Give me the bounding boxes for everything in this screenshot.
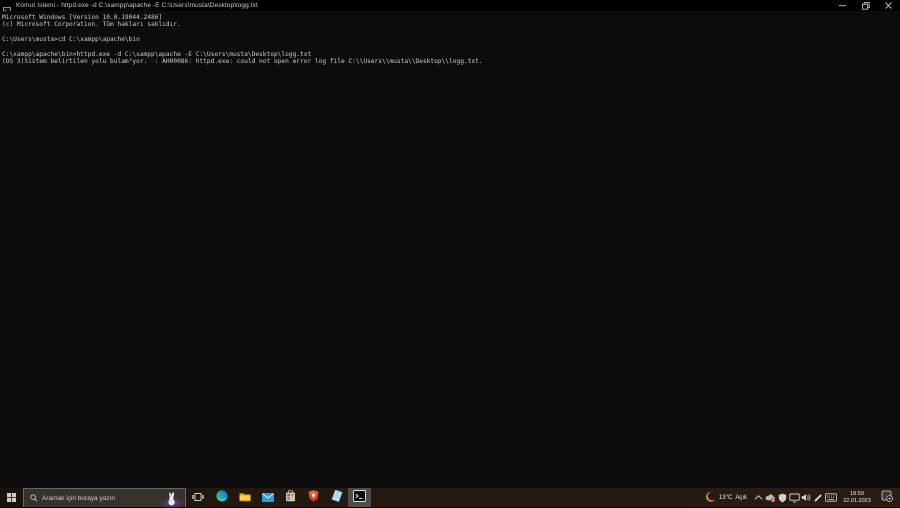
minimize-icon[interactable]	[831, 0, 854, 11]
volume-icon[interactable]	[800, 488, 812, 507]
task-view-button[interactable]	[186, 488, 210, 507]
display-icon[interactable]	[788, 488, 800, 507]
taskbar-app-brave[interactable]	[302, 488, 325, 507]
start-button[interactable]	[0, 488, 23, 507]
action-center-button[interactable]	[876, 488, 898, 507]
taskbar: 13°C Açık	[0, 488, 900, 508]
terminal-line: Microsoft Windows [Version 10.0.19044.24…	[2, 14, 163, 21]
search-input[interactable]	[42, 494, 159, 502]
terminal-line: (OS 3)Sistem belirtilen yolu bulam³yor. …	[2, 58, 483, 66]
taskbar-app-file-explorer[interactable]	[233, 488, 256, 507]
moon-icon	[705, 489, 716, 507]
title-bar: Komut İstemi - httpd.exe -d C:\xampp\apa…	[0, 0, 900, 15]
taskbar-app-mail[interactable]	[256, 488, 279, 507]
search-highlight-rabbit-icon[interactable]	[159, 489, 185, 508]
terminal-line: C:\xampp\apache\bin>httpd.exe -d C:\xamp…	[2, 51, 312, 58]
system-tray: 13°C Açık 18:59 22.01.2023	[701, 488, 900, 507]
taskbar-app-edge[interactable]	[210, 488, 233, 507]
terminal-line: C:\Users\musta>cd C:\xampp\apache\bin	[2, 36, 140, 44]
task-view-icon	[192, 489, 204, 507]
mail-envelope-icon	[261, 489, 274, 507]
taskbar-clock[interactable]: 18:59 22.01.2023	[838, 488, 876, 507]
hidden-icons-chevron-icon[interactable]	[752, 488, 764, 507]
action-center-icon	[881, 489, 893, 507]
folder-icon	[239, 489, 251, 507]
brave-shield-icon	[308, 489, 319, 507]
pen-icon[interactable]	[812, 488, 824, 507]
windows-logo-icon	[7, 489, 16, 507]
search-icon	[30, 489, 38, 507]
security-shield-icon[interactable]	[776, 488, 788, 507]
terminal-output-area[interactable]: Microsoft Windows [Version 10.0.19044.24…	[0, 11, 900, 488]
clock-date: 22.01.2023	[843, 497, 871, 504]
microsoft-store-icon	[285, 489, 296, 507]
terminal-line: (c) Microsoft Corporation. Tüm hakları s…	[2, 21, 181, 29]
notepad-icon	[331, 488, 343, 507]
cmd-icon	[353, 489, 366, 507]
close-icon[interactable]	[877, 0, 900, 11]
taskbar-app-notepad[interactable]	[325, 488, 348, 507]
window-title: Komut İstemi - httpd.exe -d C:\xampp\apa…	[16, 2, 258, 9]
taskbar-app-microsoft-store[interactable]	[279, 488, 302, 507]
weather-temperature: 13°C	[718, 494, 733, 501]
window-controls	[831, 0, 900, 11]
cmd-window-icon	[3, 2, 11, 15]
taskbar-app-command-prompt[interactable]	[348, 488, 371, 507]
weather-widget[interactable]: 13°C Açık	[701, 488, 752, 507]
weather-condition: Açık	[735, 494, 747, 501]
touch-keyboard-icon[interactable]	[824, 488, 838, 507]
edge-icon	[215, 489, 228, 507]
onedrive-icon[interactable]	[764, 488, 776, 507]
taskbar-search-box[interactable]	[23, 488, 186, 508]
restore-icon[interactable]	[854, 0, 877, 11]
